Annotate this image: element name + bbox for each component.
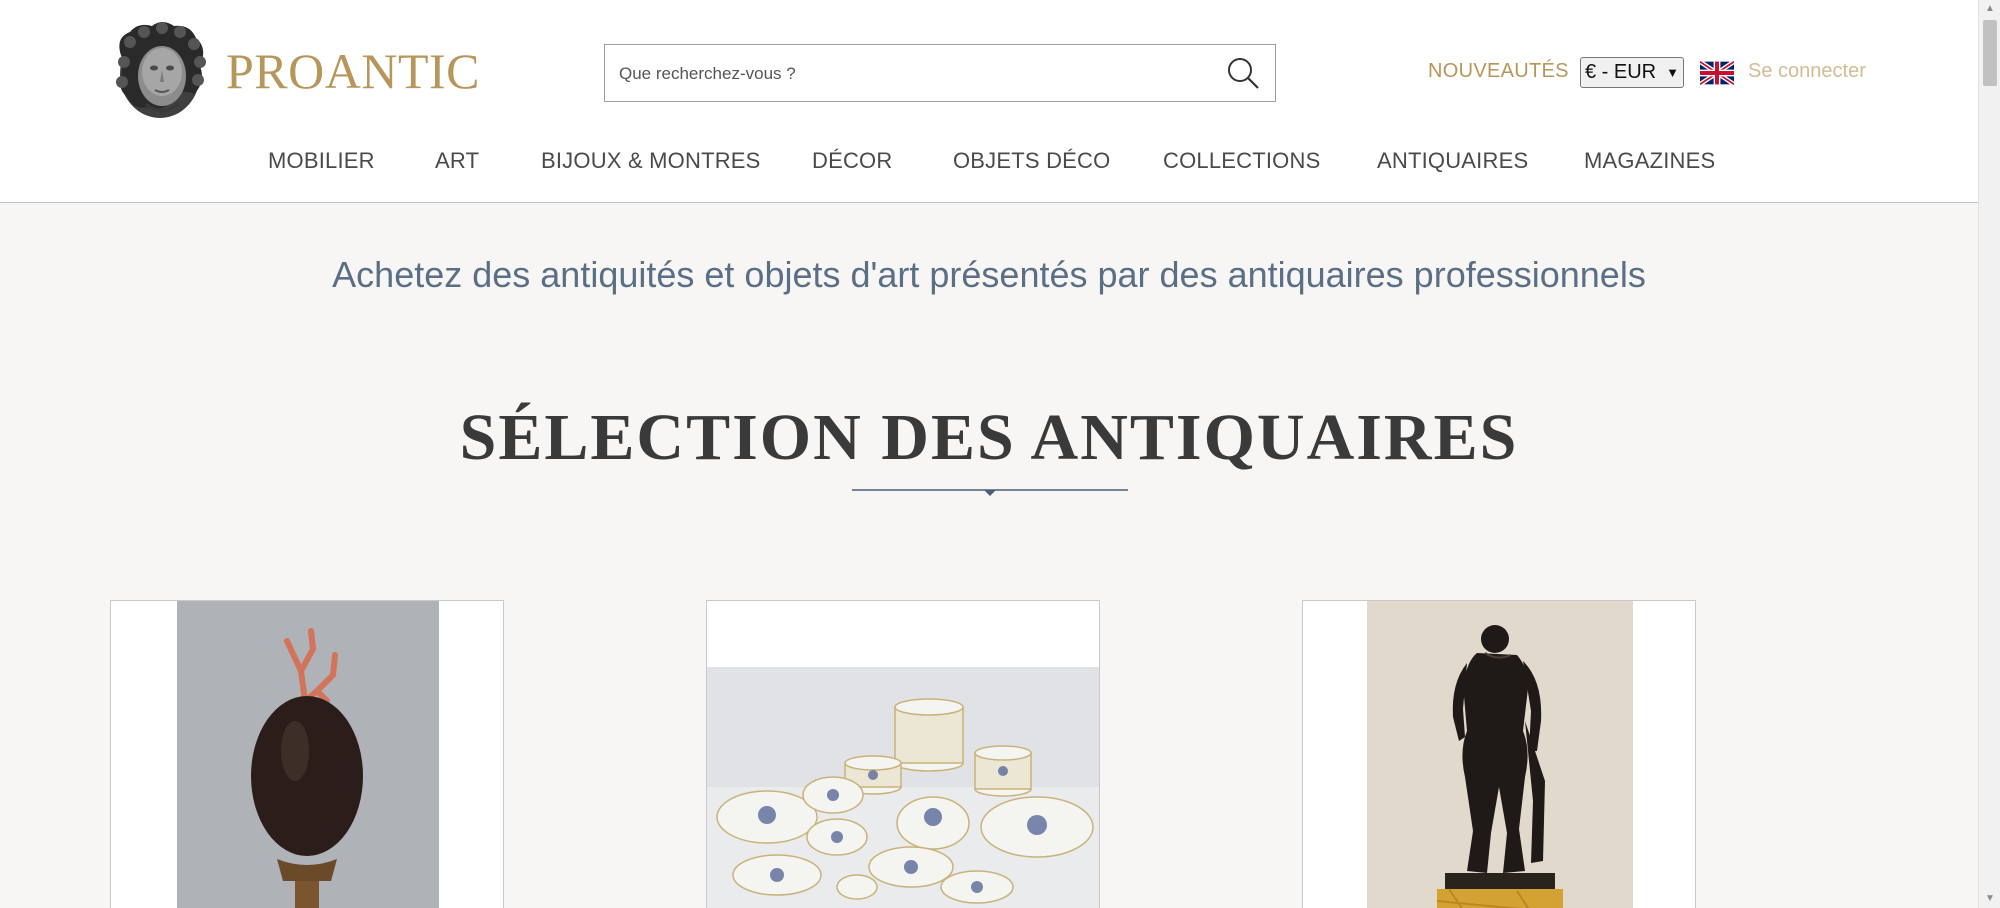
product-card[interactable] [706, 600, 1100, 908]
uk-flag-icon[interactable] [1700, 60, 1734, 86]
site-header: PROANTIC NOUVEAUTÉS € - EUR ▼ Se connect… [0, 0, 1978, 203]
logo-wordmark: PROANTIC [226, 43, 481, 99]
currency-select-value: € - EUR [1585, 61, 1657, 83]
chevron-down-icon: ▼ [1666, 65, 1679, 80]
search-input[interactable] [617, 45, 1221, 103]
nav-item-mobilier[interactable]: MOBILIER [268, 148, 375, 174]
nav-item-collections[interactable]: COLLECTIONS [1163, 148, 1320, 174]
nav-item-art[interactable]: ART [435, 148, 479, 174]
medusa-head-logo-icon [116, 22, 206, 118]
site-logo[interactable]: PROANTIC [110, 18, 480, 124]
login-link[interactable]: Se connecter [1748, 60, 1866, 83]
new-items-link[interactable]: NOUVEAUTÉS [1428, 60, 1569, 83]
search-box [604, 44, 1276, 103]
title-divider [852, 489, 1128, 496]
page-tagline: Achetez des antiquités et objets d'art p… [332, 254, 1646, 295]
product-card[interactable] [110, 600, 504, 908]
scroll-down-arrow-icon[interactable]: ▼ [1979, 890, 2000, 908]
scroll-up-arrow-icon[interactable]: ▲ [1979, 0, 2000, 18]
nav-item-decor[interactable]: DÉCOR [812, 148, 892, 174]
porcelain-dinner-service-image [707, 667, 1099, 908]
page: PROANTIC NOUVEAUTÉS € - EUR ▼ Se connect… [0, 0, 2000, 908]
product-card[interactable] [1302, 600, 1696, 908]
nav-item-objets-deco[interactable]: OBJETS DÉCO [953, 148, 1110, 174]
scrollbar-thumb[interactable] [1983, 20, 1997, 86]
coral-ostrich-egg-image [177, 601, 439, 908]
nav-item-antiquaires[interactable]: ANTIQUAIRES [1377, 148, 1528, 174]
vertical-scrollbar[interactable]: ▲ ▼ [1978, 0, 2000, 908]
currency-select[interactable]: € - EUR ▼ [1580, 57, 1684, 88]
nav-item-bijoux-montres[interactable]: BIJOUX & MONTRES [541, 148, 761, 174]
nav-item-magazines[interactable]: MAGAZINES [1584, 148, 1715, 174]
main-nav: MOBILIER ART BIJOUX & MONTRES DÉCOR OBJE… [0, 148, 1978, 188]
section-title: SÉLECTION DES ANTIQUAIRES [459, 401, 1519, 474]
search-icon[interactable] [1225, 55, 1261, 91]
bronze-hercules-statue-image [1367, 601, 1633, 908]
